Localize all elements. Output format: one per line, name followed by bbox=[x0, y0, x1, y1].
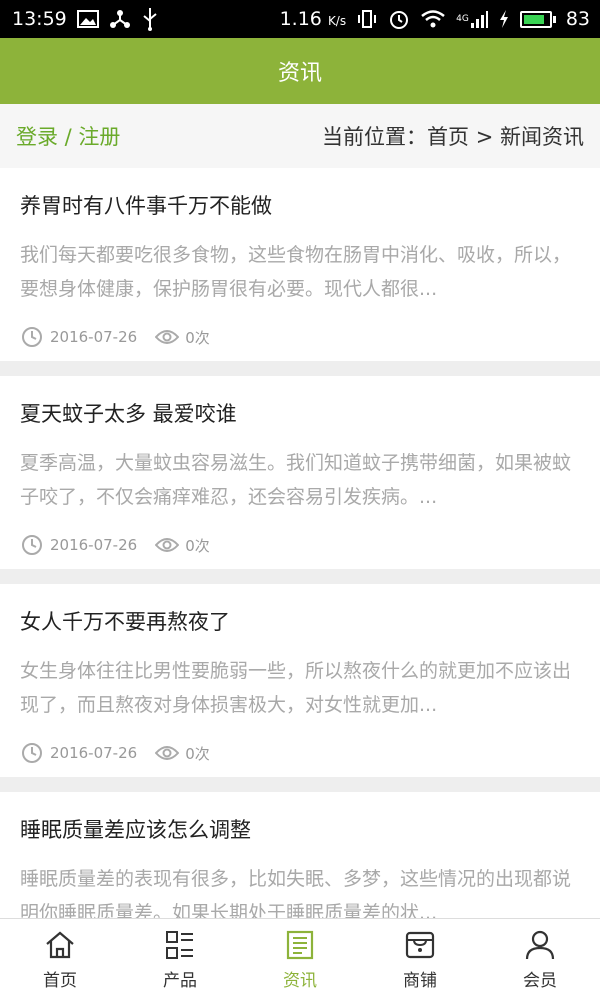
network-speed-value: 1.16 bbox=[279, 8, 322, 30]
alarm-icon bbox=[388, 7, 410, 31]
grid-list-icon bbox=[163, 928, 197, 962]
tab-store-label: 商铺 bbox=[403, 971, 437, 991]
article-title: 养胃时有八件事千万不能做 bbox=[20, 194, 272, 218]
page-header: 资讯 bbox=[0, 38, 600, 104]
tab-products[interactable]: 产品 bbox=[120, 919, 240, 1000]
battery-icon bbox=[519, 10, 556, 28]
clock: 13:59 bbox=[12, 8, 67, 30]
login-register-link[interactable]: 登录 / 注册 bbox=[16, 121, 120, 151]
article-title: 女人千万不要再熬夜了 bbox=[20, 610, 230, 634]
article-meta: 2016-07-26 0次 bbox=[20, 532, 580, 558]
breadcrumb-home[interactable]: 首页 bbox=[427, 125, 469, 149]
tab-products-label: 产品 bbox=[163, 971, 197, 991]
charging-icon bbox=[498, 7, 510, 31]
tab-home[interactable]: 首页 bbox=[0, 919, 120, 1000]
status-bar: 13:59 1.16 K/s 4G 83 bbox=[0, 0, 600, 38]
article-card[interactable]: 夏天蚊子太多 最爱咬谁 夏季高温，大量蚊虫容易滋生。我们知道蚊子携带细菌，如果被… bbox=[0, 376, 600, 569]
tab-news[interactable]: 资讯 bbox=[240, 919, 360, 1000]
article-card[interactable]: 养胃时有八件事千万不能做 我们每天都要吃很多食物，这些食物在肠胃中消化、吸收，所… bbox=[0, 168, 600, 361]
article-summary: 夏季高温，大量蚊虫容易滋生。我们知道蚊子携带细菌，如果被蚊子咬了，不仅会痛痒难忍… bbox=[20, 452, 572, 508]
battery-body bbox=[519, 10, 552, 28]
article-date: 2016-07-26 bbox=[50, 744, 138, 762]
article-date: 2016-07-26 bbox=[50, 536, 138, 554]
network-speed-unit: K/s bbox=[327, 14, 347, 28]
article-date: 2016-07-26 bbox=[50, 328, 138, 346]
tab-home-label: 首页 bbox=[43, 971, 77, 991]
clock-icon bbox=[20, 741, 44, 765]
article-card[interactable]: 女人千万不要再熬夜了 女生身体往往比男性要脆弱一些，所以熬夜什么的就更加不应该出… bbox=[0, 584, 600, 777]
page-title: 资讯 bbox=[277, 61, 322, 86]
article-views: 0次 bbox=[185, 744, 210, 763]
signal-icon: 4G bbox=[456, 7, 488, 31]
clock-icon bbox=[20, 533, 44, 557]
article-title: 睡眠质量差应该怎么调整 bbox=[20, 818, 251, 842]
battery-fill bbox=[523, 14, 544, 24]
article-meta: 2016-07-26 0次 bbox=[20, 324, 580, 350]
network-speed: 1.16 K/s bbox=[280, 8, 347, 30]
eye-icon bbox=[155, 325, 180, 349]
breadcrumb: 当前位置：首页 > 新闻资讯 bbox=[322, 121, 584, 151]
article-list[interactable]: 养胃时有八件事千万不能做 我们每天都要吃很多食物，这些食物在肠胃中消化、吸收，所… bbox=[0, 168, 600, 918]
home-icon bbox=[43, 928, 77, 962]
store-icon bbox=[403, 928, 437, 962]
breadcrumb-label: 当前位置： bbox=[322, 125, 428, 149]
status-left: 13:59 bbox=[12, 7, 159, 31]
status-right: 1.16 K/s 4G 83 bbox=[280, 7, 590, 31]
article-summary: 女生身体往往比男性要脆弱一些，所以熬夜什么的就更加不应该出现了，而且熬夜对身体损… bbox=[20, 660, 572, 716]
breadcrumb-current: 新闻资讯 bbox=[500, 125, 584, 149]
breadcrumb-separator: > bbox=[475, 125, 494, 149]
subbar: 登录 / 注册 当前位置：首页 > 新闻资讯 bbox=[0, 104, 600, 168]
clock-icon bbox=[20, 325, 44, 349]
wifi-icon bbox=[420, 7, 446, 31]
network-type: 4G bbox=[456, 14, 469, 24]
article-summary: 睡眠质量差的表现有很多，比如失眠、多梦，这些情况的出现都说明你睡眠质量差。如果长… bbox=[20, 868, 572, 918]
article-views: 0次 bbox=[185, 536, 210, 555]
news-icon bbox=[283, 928, 317, 962]
bottom-tab-bar: 首页 产品 资讯 商铺 会员 bbox=[0, 918, 600, 1000]
article-meta: 2016-07-26 0次 bbox=[20, 740, 580, 766]
tab-news-label: 资讯 bbox=[283, 971, 317, 991]
article-title: 夏天蚊子太多 最爱咬谁 bbox=[20, 402, 237, 426]
vibrate-icon bbox=[356, 7, 378, 31]
tab-store[interactable]: 商铺 bbox=[360, 919, 480, 1000]
eye-icon bbox=[155, 533, 180, 557]
image-icon bbox=[76, 7, 99, 31]
battery-percent: 83 bbox=[565, 8, 590, 30]
eye-icon bbox=[155, 741, 180, 765]
article-card[interactable]: 睡眠质量差应该怎么调整 睡眠质量差的表现有很多，比如失眠、多梦，这些情况的出现都… bbox=[0, 792, 600, 918]
tab-member-label: 会员 bbox=[523, 971, 557, 991]
usb-icon bbox=[141, 7, 159, 31]
article-views: 0次 bbox=[185, 328, 210, 347]
user-icon bbox=[523, 928, 557, 962]
tab-member[interactable]: 会员 bbox=[480, 919, 600, 1000]
article-summary: 我们每天都要吃很多食物，这些食物在肠胃中消化、吸收，所以，要想身体健康，保护肠胃… bbox=[20, 244, 572, 300]
share-network-icon bbox=[109, 7, 131, 31]
battery-tip bbox=[552, 15, 556, 23]
